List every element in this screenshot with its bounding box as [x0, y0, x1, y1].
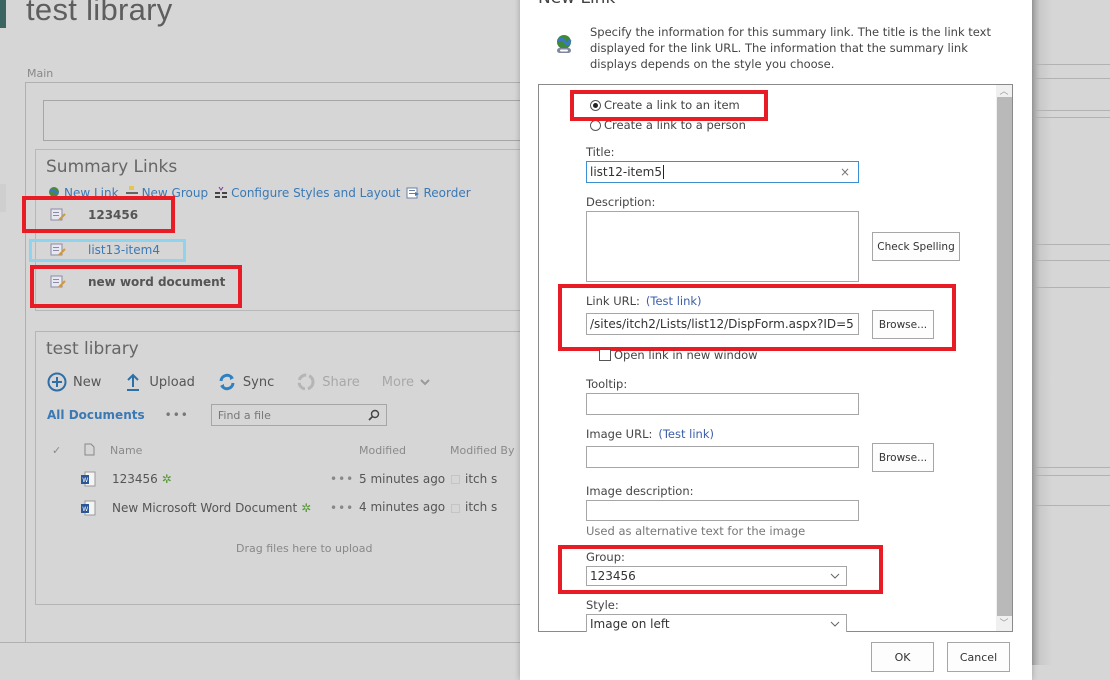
- scroll-up-icon[interactable]: ︿: [996, 86, 1012, 98]
- check-spelling-button[interactable]: Check Spelling: [872, 232, 960, 261]
- file-name[interactable]: New Microsoft Word Document ✲: [112, 501, 311, 515]
- upload-arrow-icon: [127, 373, 140, 391]
- chevron-down-icon: [420, 379, 430, 386]
- file-name[interactable]: 123456 ✲: [112, 472, 172, 486]
- globe-link-icon: [556, 35, 572, 53]
- style-label: Style:: [586, 598, 619, 612]
- plus-circle-icon: [47, 372, 67, 392]
- column-header-name[interactable]: Name: [110, 444, 142, 457]
- presence-icon: [451, 475, 460, 484]
- annotation-red-box: [22, 196, 175, 233]
- configure-styles-button[interactable]: Configure Styles and Layout: [214, 186, 400, 200]
- open-new-window-checkbox[interactable]: [599, 349, 611, 361]
- new-button[interactable]: New: [47, 372, 101, 392]
- library-command-bar: New Upload Sync Share More: [47, 372, 452, 392]
- browse-image-url-button[interactable]: Browse...: [872, 443, 934, 472]
- image-description-hint: Used as alternative text for the image: [586, 524, 806, 538]
- reorder-button[interactable]: Reorder: [406, 186, 471, 200]
- svg-text:W: W: [82, 477, 88, 484]
- image-description-label: Image description:: [586, 484, 694, 498]
- library-title: test library: [46, 339, 139, 359]
- cancel-button[interactable]: Cancel: [947, 642, 1010, 672]
- upload-button[interactable]: Upload: [123, 372, 195, 392]
- image-url-label-row: Image URL: (Test link): [586, 427, 714, 441]
- style-select[interactable]: Image on left: [586, 614, 847, 632]
- select-all-checkmark-icon[interactable]: ✓: [52, 444, 61, 457]
- description-label: Description:: [586, 195, 656, 209]
- tooltip-input[interactable]: [586, 393, 859, 415]
- annotation-red-box: [30, 265, 242, 308]
- radio-button[interactable]: [590, 119, 601, 131]
- new-item-icon: ✲: [301, 501, 312, 515]
- file-modified-by[interactable]: itch s: [465, 472, 497, 486]
- sync-button[interactable]: Sync: [217, 372, 274, 392]
- open-new-window-option[interactable]: Open link in new window: [599, 348, 758, 362]
- file-actions-button[interactable]: •••: [330, 472, 354, 486]
- annotation-red-box: [570, 90, 768, 121]
- column-header-modified-by[interactable]: Modified By: [450, 444, 515, 457]
- view-all-documents[interactable]: All Documents: [47, 408, 145, 422]
- image-description-input[interactable]: [586, 500, 859, 521]
- more-button[interactable]: More: [382, 375, 430, 390]
- page-title: test library: [26, 0, 173, 27]
- title-input[interactable]: list12-item5 ×: [586, 161, 859, 183]
- site-accent-bar: [0, 0, 6, 28]
- drag-upload-hint: Drag files here to upload: [236, 542, 373, 555]
- new-item-icon: ✲: [161, 472, 172, 486]
- word-document-icon: W: [81, 500, 96, 516]
- configure-styles-icon: [215, 186, 228, 198]
- dialog-scrollbar-thumb[interactable]: [997, 97, 1012, 616]
- reorder-icon: [406, 187, 420, 199]
- empty-webpart: [43, 100, 523, 141]
- dialog-title: New Link: [538, 0, 615, 8]
- tooltip-label: Tooltip:: [586, 377, 628, 391]
- summary-links-title: Summary Links: [46, 157, 178, 177]
- presence-icon: [451, 504, 460, 513]
- share-button[interactable]: Share: [296, 372, 360, 392]
- find-file-input[interactable]: Find a file: [210, 404, 387, 426]
- page-right-edge: [1032, 0, 1110, 665]
- image-url-input[interactable]: [586, 446, 859, 468]
- side-tab: [0, 184, 6, 212]
- annotation-red-box: [558, 284, 956, 351]
- library-view-row: All Documents ••• Find a file: [47, 404, 387, 426]
- sync-icon: [219, 373, 235, 391]
- file-modified-by[interactable]: itch s: [465, 500, 497, 514]
- title-label: Title:: [586, 145, 615, 159]
- description-textarea[interactable]: [586, 211, 859, 282]
- test-image-url[interactable]: (Test link): [658, 427, 714, 441]
- clear-icon[interactable]: ×: [840, 165, 850, 179]
- file-actions-button[interactable]: •••: [330, 501, 354, 515]
- file-modified: 5 minutes ago: [359, 472, 446, 486]
- file-type-icon: [84, 443, 95, 456]
- column-header-modified[interactable]: Modified: [359, 444, 406, 457]
- view-more-button[interactable]: •••: [165, 408, 189, 422]
- annotation-red-box: [558, 545, 883, 594]
- dialog-intro: Specify the information for this summary…: [590, 25, 991, 71]
- zone-label: Main: [27, 67, 54, 80]
- word-document-icon: W: [81, 471, 96, 487]
- file-modified: 4 minutes ago: [359, 500, 446, 514]
- share-icon: [297, 373, 315, 391]
- main-zone-bottom-border: [0, 642, 520, 643]
- annotation-blue-box: [29, 239, 186, 262]
- chevron-down-icon: [830, 621, 840, 627]
- search-icon: [368, 409, 380, 421]
- svg-text:W: W: [82, 506, 88, 513]
- scroll-down-icon[interactable]: ﹀: [996, 618, 1012, 630]
- ok-button[interactable]: OK: [871, 642, 934, 672]
